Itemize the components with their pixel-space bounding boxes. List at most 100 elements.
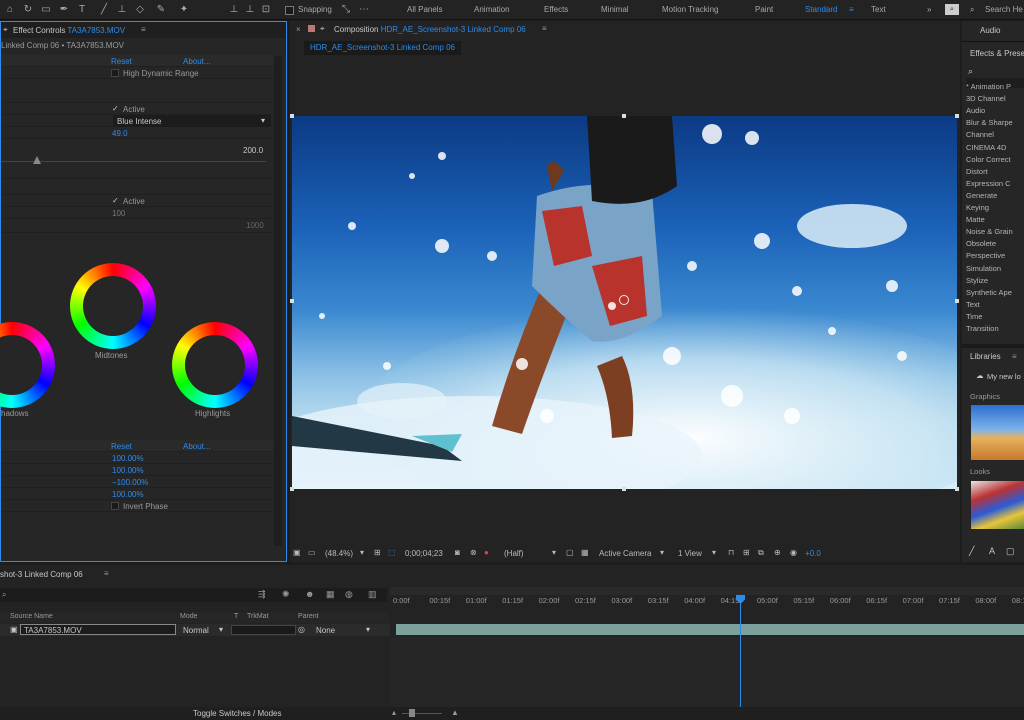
- threshold-value[interactable]: 100: [112, 209, 125, 218]
- workspace-animation[interactable]: Animation: [474, 5, 510, 14]
- search-icon[interactable]: ⌕: [968, 66, 973, 77]
- effect-controls-tab[interactable]: Effect Controls TA3A7853.MOV: [13, 26, 125, 35]
- zoom-slider[interactable]: [402, 713, 442, 714]
- brush-icon[interactable]: ╱: [969, 546, 974, 557]
- search-icon[interactable]: ⌕: [970, 5, 974, 15]
- clone-stamp-icon[interactable]: ⊥: [116, 4, 128, 16]
- effects-category[interactable]: Generate: [966, 191, 997, 200]
- fast-preview-icon[interactable]: ⊞: [743, 548, 750, 557]
- axis-world-icon[interactable]: ⊥: [244, 4, 256, 16]
- active-checkbox[interactable]: ✓: [112, 104, 119, 113]
- col-trkmat[interactable]: TrkMat: [247, 613, 269, 620]
- rotation-tool-icon[interactable]: ↻: [22, 4, 34, 16]
- timecode-display[interactable]: 0;00;04;23: [405, 549, 443, 558]
- about-link[interactable]: About...: [183, 57, 211, 66]
- col-source-name[interactable]: Source Name: [10, 613, 53, 620]
- trkmat-dropdown[interactable]: [231, 625, 296, 635]
- zoom-slider-handle[interactable]: [409, 709, 415, 717]
- highlights-color-wheel[interactable]: [172, 322, 258, 408]
- show-channel-icon[interactable]: ⊗: [470, 548, 477, 557]
- transform-handle[interactable]: [955, 487, 959, 491]
- library-dropdown[interactable]: My new lo: [987, 372, 1021, 381]
- eraser-tool-icon[interactable]: ◇: [134, 4, 146, 16]
- puppet-pin-icon[interactable]: ✦: [178, 4, 190, 16]
- color-channels-icon[interactable]: ●: [484, 548, 489, 557]
- anchor-point-icon[interactable]: [619, 295, 629, 305]
- panel-menu-icon[interactable]: ≡: [141, 25, 146, 34]
- effect-controls-scrollbar[interactable]: [274, 56, 282, 546]
- axis-view-icon[interactable]: ⊡: [260, 4, 272, 16]
- panel-menu-icon[interactable]: ≡: [1012, 352, 1017, 361]
- resolution-dropdown[interactable]: (Half): [504, 549, 524, 558]
- graph-editor-icon[interactable]: ▥: [368, 589, 377, 600]
- lock-icon[interactable]: ⌖: [3, 25, 8, 35]
- current-time-indicator[interactable]: [740, 595, 741, 715]
- effects-category[interactable]: CINEMA 4D: [966, 143, 1006, 152]
- monitor-icon[interactable]: ▭: [308, 548, 316, 557]
- timeline-tab[interactable]: shot-3 Linked Comp 06: [0, 570, 83, 579]
- hdr-checkbox[interactable]: [111, 69, 119, 77]
- effects-category[interactable]: Transition: [966, 324, 999, 333]
- effects-category[interactable]: Stylize: [966, 276, 988, 285]
- transform-handle[interactable]: [955, 114, 959, 118]
- panel-menu-icon[interactable]: ≡: [104, 569, 109, 578]
- snap-icon[interactable]: ⤡: [340, 4, 352, 16]
- comp-subtab[interactable]: HDR_AE_Screenshot-3 Linked Comp 06: [304, 41, 461, 55]
- effects-category[interactable]: Time: [966, 312, 982, 321]
- panel-menu-icon[interactable]: ≡: [542, 24, 547, 33]
- col-mode[interactable]: Mode: [180, 613, 198, 620]
- effects-category[interactable]: Keying: [966, 203, 989, 212]
- effects-category[interactable]: Blur & Sharpe: [966, 118, 1013, 127]
- layer-mode-dropdown[interactable]: Normal: [183, 626, 209, 635]
- active2-checkbox[interactable]: ✓: [112, 196, 119, 205]
- workspace-text[interactable]: Text: [871, 5, 886, 14]
- composition-tab[interactable]: Composition HDR_AE_Screenshot-3 Linked C…: [334, 25, 526, 34]
- invert-checkbox[interactable]: [111, 502, 119, 510]
- swatch-icon[interactable]: ▢: [1006, 546, 1015, 557]
- timeline-icon[interactable]: ⧉: [758, 548, 764, 558]
- snap-options-icon[interactable]: ⋯: [358, 4, 370, 16]
- snapshot-icon[interactable]: ▣: [293, 548, 301, 557]
- exposure-icon[interactable]: ◉: [790, 548, 797, 557]
- transform-handle[interactable]: [622, 114, 626, 118]
- fit-icon[interactable]: ⊞: [374, 548, 381, 557]
- effects-category[interactable]: Color Correct: [966, 155, 1011, 164]
- amount-slider-track[interactable]: [1, 161, 266, 162]
- effects-category[interactable]: Distort: [966, 167, 988, 176]
- transform-handle[interactable]: [955, 299, 959, 303]
- effects-category[interactable]: 3D Channel: [966, 94, 1006, 103]
- region-icon[interactable]: ⬚: [388, 548, 396, 557]
- effects-category[interactable]: Expression C: [966, 179, 1011, 188]
- pen-tool-icon[interactable]: ✒: [58, 4, 70, 16]
- lock-icon[interactable]: ⌖: [320, 24, 325, 34]
- text-style-icon[interactable]: A: [989, 546, 995, 556]
- pixel-aspect-icon[interactable]: ⊓: [728, 548, 734, 557]
- layer-row[interactable]: ▣ TA3A7853.MOV Normal ▾ ◎ None ▾: [0, 624, 390, 636]
- looks-thumbnail[interactable]: [971, 481, 1024, 529]
- zoom-out-icon[interactable]: ▴: [392, 708, 396, 717]
- home-icon[interactable]: ⌂: [4, 4, 16, 16]
- libraries-tab[interactable]: Libraries: [970, 352, 1001, 361]
- workspace-effects[interactable]: Effects: [544, 5, 568, 14]
- close-tab-icon[interactable]: ×: [296, 25, 301, 34]
- frame-blending-icon[interactable]: ▦: [326, 589, 335, 600]
- flowchart-icon[interactable]: ⊕: [774, 548, 781, 557]
- preset-dropdown[interactable]: Blue Intense ▾: [113, 115, 271, 127]
- workspace-motion-tracking[interactable]: Motion Tracking: [662, 5, 718, 14]
- snapping-checkbox[interactable]: [285, 6, 294, 15]
- shy-icon[interactable]: ☻: [305, 589, 314, 599]
- reset-link[interactable]: Reset: [111, 57, 132, 66]
- effects-category[interactable]: Obsolete: [966, 239, 996, 248]
- parent-dropdown[interactable]: None: [316, 626, 335, 635]
- axis-local-icon[interactable]: ⊥: [228, 4, 240, 16]
- layer-name-field[interactable]: TA3A7853.MOV: [20, 624, 176, 635]
- workspace-minimal[interactable]: Minimal: [601, 5, 629, 14]
- type-tool-icon[interactable]: T: [76, 4, 88, 16]
- effects-category[interactable]: Synthetic Ape: [966, 288, 1012, 297]
- zoom-dropdown[interactable]: (48.4%): [325, 549, 353, 558]
- effects-category[interactable]: Channel: [966, 130, 994, 139]
- transform-handle[interactable]: [290, 114, 294, 118]
- effects-category[interactable]: Perspective: [966, 251, 1005, 260]
- pct4-value[interactable]: 100.00%: [112, 490, 144, 499]
- exposure-value[interactable]: +0.0: [805, 549, 821, 558]
